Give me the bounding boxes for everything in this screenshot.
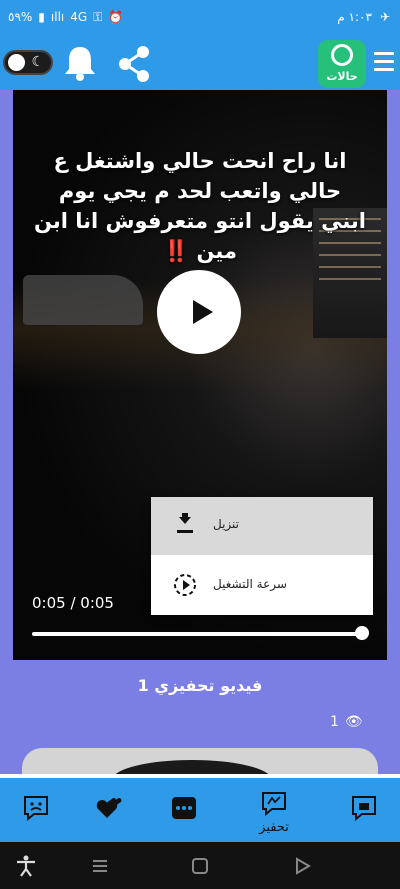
download-icon [177,513,193,533]
system-nav-bar [0,842,400,889]
accessibility-icon[interactable] [14,854,38,878]
bell-icon[interactable] [62,44,98,82]
clock: ١:٠٣ م [337,10,372,24]
hearts-icon[interactable] [95,794,123,822]
home-icon[interactable] [188,854,212,878]
eye-icon: 👁 [344,714,363,730]
vpn-key-icon: ⚿ [93,10,103,24]
view-count-value: 1 [330,714,339,730]
view-count: 1 👁 [330,714,363,730]
video-title[interactable]: فيديو تحفيزي 1 [13,660,387,712]
toggle-knob [8,54,25,71]
menu-item-playback-speed[interactable]: سرعة التشغيل [151,557,373,615]
dark-mode-toggle[interactable]: ☾ [3,50,53,75]
cards-icon[interactable] [350,794,378,822]
playback-speed-icon [174,574,196,596]
menu-line [374,52,394,55]
boat-silhouette [23,275,143,325]
bottom-nav: تحفيز [0,774,400,842]
app-bar: ☾ حالات [0,36,400,90]
battery-icon: ▮ [38,10,45,24]
battery-percent: ٥٩% [8,10,33,24]
network-type: 4G [70,10,88,24]
next-video-thumbnail [112,760,272,774]
seek-bar[interactable] [32,632,362,636]
motivation-icon[interactable] [260,790,288,818]
signal-icon: ıllı [50,10,65,24]
status-bar: ٥٩% ▮ ıllı 4G ⚿ ⏰ ١:٠٣ م ✈ [0,0,400,36]
seek-thumb[interactable] [355,626,369,640]
app-logo[interactable]: حالات [318,40,366,88]
play-button[interactable] [157,270,241,354]
menu-icon[interactable] [374,52,394,74]
menu-line [374,60,394,63]
play-icon [193,300,213,324]
menu-item-download[interactable]: تنزيل [151,497,373,555]
content-area[interactable]: انا راح انحت حالي واشتغل ع حالي واتعب لح… [0,90,400,774]
share-icon[interactable] [114,44,154,84]
status-left: ٥٩% ▮ ıllı 4G ⚿ ⏰ [8,10,123,24]
video-player[interactable]: انا راح انحت حالي واشتغل ع حالي واتعب لح… [13,90,387,660]
recent-apps-icon[interactable] [88,854,112,878]
video-options-menu: تنزيل سرعة التشغيل [151,497,373,615]
logo-text: حالات [326,70,358,83]
next-video-card[interactable] [22,748,378,774]
menu-line [374,68,394,71]
video-time: 0:05 / 0:05 [32,594,114,612]
status-right: ١:٠٣ م ✈ [337,10,390,24]
video-overlay-text: انا راح انحت حالي واشتغل ع حالي واتعب لح… [33,149,366,263]
more-icon[interactable] [170,794,198,822]
alarm-icon: ⏰ [108,10,124,24]
back-icon[interactable] [290,854,314,878]
nav-label-motivation[interactable]: تحفيز [244,820,304,835]
sad-face-icon[interactable] [22,794,50,822]
logo-mark [331,44,353,66]
menu-item-label: سرعة التشغيل [213,577,287,591]
moon-icon: ☾ [31,54,44,70]
airplane-icon: ✈ [379,10,390,24]
menu-item-label: تنزيل [213,517,240,531]
